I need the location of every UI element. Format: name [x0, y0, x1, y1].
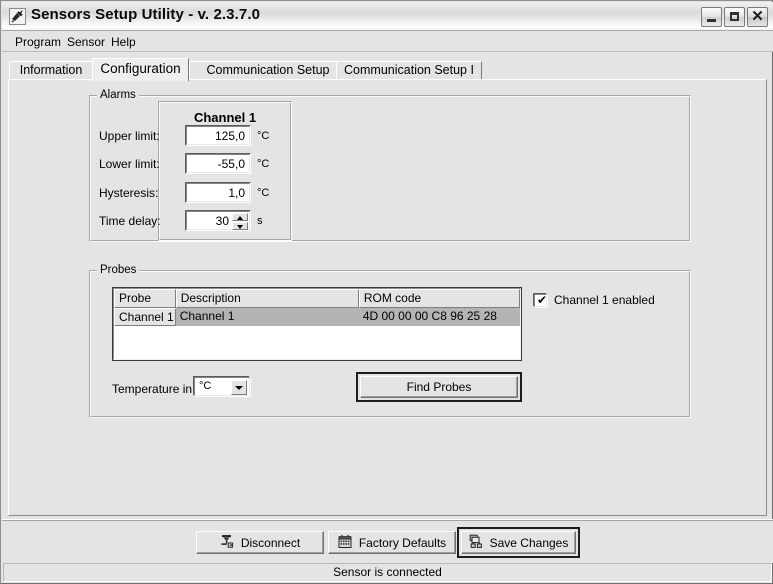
hysteresis-unit: °C	[257, 187, 270, 199]
save-changes-button[interactable]: Save Changes	[457, 527, 580, 558]
time-delay-stepper[interactable]	[232, 213, 248, 230]
menu-bar: Program Sensor Help	[2, 31, 773, 52]
tab-information[interactable]: Information	[9, 61, 93, 80]
table-row[interactable]: Channel 1 Channel 1 4D 00 00 00 C8 96 25…	[114, 308, 520, 326]
channel-1-enabled-checkbox[interactable]: ✔ Channel 1 enabled	[534, 293, 655, 307]
alarms-groupbox: Alarms Channel 1 Upper limit: Lower limi…	[89, 89, 691, 242]
time-delay-unit: s	[257, 215, 263, 227]
checkbox-box: ✔	[534, 292, 548, 307]
check-icon: ✔	[537, 292, 548, 307]
probes-table-header: Probe Description ROM code	[114, 289, 520, 308]
cell-rom-code: 4D 00 00 00 C8 96 25 28	[362, 309, 497, 323]
alarms-group-title: Alarms	[97, 89, 139, 101]
factory-defaults-label: Factory Defaults	[358, 535, 447, 550]
column-header-rom-code[interactable]: ROM code	[358, 289, 520, 308]
application-window: Sensors Setup Utility - v. 2.3.7.0 ✕ Pro…	[0, 0, 773, 584]
temperature-unit-value: °C	[199, 380, 212, 392]
channel-1-enabled-label: Channel 1 enabled	[554, 293, 655, 307]
temperature-unit-dropdown-button[interactable]	[231, 380, 247, 395]
maximize-icon	[730, 12, 739, 21]
close-button[interactable]: ✕	[747, 7, 768, 27]
maximize-button[interactable]	[724, 7, 745, 27]
menu-item-program[interactable]: Program	[10, 34, 66, 50]
save-changes-label: Save Changes	[489, 535, 569, 550]
disconnect-icon	[220, 534, 235, 552]
minimize-icon	[707, 19, 716, 22]
upper-limit-input[interactable]	[186, 126, 250, 145]
upper-limit-unit: °C	[257, 130, 270, 142]
menu-item-help[interactable]: Help	[106, 34, 141, 50]
title-bar: Sensors Setup Utility - v. 2.3.7.0 ✕	[2, 2, 773, 31]
footer-bar: Disconnect Factory Defaults Save Changes	[2, 519, 773, 563]
time-delay-increment-button[interactable]	[232, 213, 248, 221]
status-bar: Sensor is connected	[3, 563, 772, 582]
close-icon: ✕	[751, 8, 764, 25]
tab-communication-setup-i[interactable]: Communication Setup I	[336, 61, 482, 80]
find-probes-button[interactable]: Find Probes	[356, 372, 522, 402]
save-changes-icon	[469, 534, 484, 552]
cell-probe: Channel 1	[114, 308, 176, 326]
tab-page-configuration: Alarms Channel 1 Upper limit: Lower limi…	[8, 79, 767, 516]
cell-description: Channel 1	[179, 309, 235, 323]
temperature-in-label: Temperature in:	[112, 382, 196, 396]
column-header-probe[interactable]: Probe	[114, 289, 176, 308]
window-title: Sensors Setup Utility - v. 2.3.7.0	[31, 6, 261, 23]
channel-1-title: Channel 1	[193, 110, 257, 125]
time-delay-label: Time delay:	[99, 214, 161, 228]
probes-groupbox: Probes Probe Description ROM code Channe…	[89, 264, 691, 418]
tab-communication-setup[interactable]: Communication Setup	[189, 61, 347, 80]
tab-strip: Information Configuration Communication …	[9, 58, 766, 81]
lower-limit-input[interactable]	[186, 154, 250, 173]
lower-limit-label: Lower limit:	[99, 157, 160, 171]
find-probes-label: Find Probes	[406, 380, 472, 394]
menu-item-sensor[interactable]: Sensor	[62, 34, 110, 50]
upper-limit-label: Upper limit:	[99, 129, 160, 143]
hysteresis-label: Hysteresis:	[99, 186, 159, 200]
tab-configuration[interactable]: Configuration	[92, 58, 189, 81]
hysteresis-input[interactable]	[186, 183, 250, 202]
disconnect-label: Disconnect	[240, 535, 301, 550]
sensor-probe-icon	[9, 8, 26, 25]
window-frame: Sensors Setup Utility - v. 2.3.7.0 ✕ Pro…	[0, 0, 773, 584]
window-controls: ✕	[701, 7, 768, 27]
lower-limit-unit: °C	[257, 158, 270, 170]
factory-defaults-icon	[338, 534, 353, 552]
probes-group-title: Probes	[97, 264, 140, 276]
minimize-button[interactable]	[701, 7, 722, 27]
temperature-unit-select[interactable]: °C	[194, 377, 250, 396]
chevron-down-icon	[237, 225, 243, 229]
probes-listview[interactable]: Probe Description ROM code Channel 1 Cha…	[113, 288, 521, 360]
time-delay-decrement-button[interactable]	[232, 222, 248, 230]
chevron-down-icon	[235, 386, 243, 390]
chevron-up-icon	[237, 216, 243, 220]
column-header-description[interactable]: Description	[175, 289, 359, 308]
factory-defaults-button[interactable]: Factory Defaults	[328, 531, 456, 554]
disconnect-button[interactable]: Disconnect	[196, 531, 324, 554]
